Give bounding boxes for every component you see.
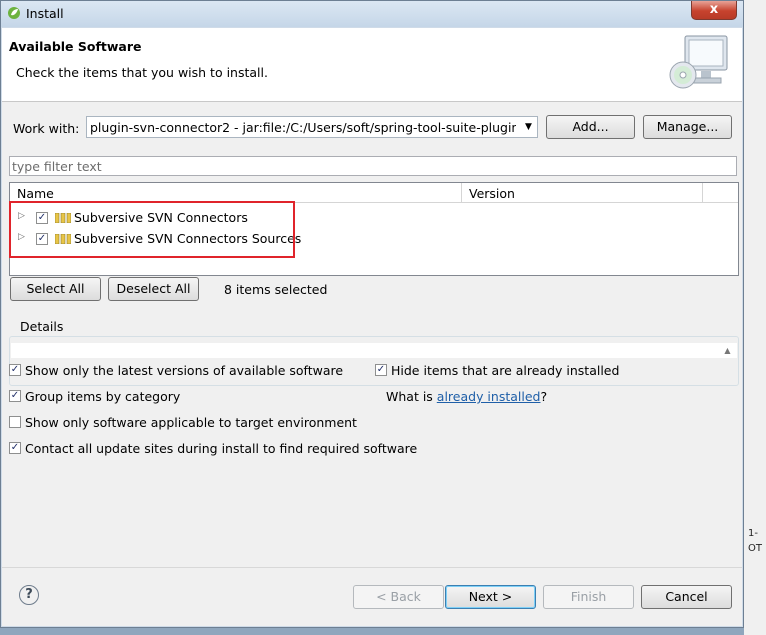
close-button[interactable]: x xyxy=(691,1,737,20)
details-legend: Details xyxy=(18,319,66,334)
back-button[interactable]: < Back xyxy=(353,585,444,609)
dialog-body: Available Software Check the items that … xyxy=(2,28,742,626)
work-with-value: plugin-svn-connector2 - jar:file:/C:/Use… xyxy=(90,120,516,135)
install-monitor-icon xyxy=(669,35,728,89)
column-header-version[interactable]: Version xyxy=(462,183,703,202)
contact-sites-label: Contact all update sites during install … xyxy=(25,441,418,456)
filter-input[interactable] xyxy=(12,158,732,174)
add-site-button[interactable]: Add... xyxy=(546,115,635,139)
background-text-fragment: OT xyxy=(748,543,762,554)
select-all-button[interactable]: Select All xyxy=(10,277,101,301)
page-title: Available Software xyxy=(9,39,142,54)
background-window-edge: 1- OT xyxy=(744,0,766,635)
filter-field[interactable] xyxy=(9,156,737,176)
group-by-category-checkbox[interactable]: ✓ xyxy=(9,390,21,402)
details-text-area[interactable] xyxy=(11,343,737,358)
cancel-button[interactable]: Cancel xyxy=(641,585,732,609)
title-bar[interactable]: Install x xyxy=(1,1,743,27)
spring-leaf-icon xyxy=(8,7,20,19)
page-description: Check the items that you wish to install… xyxy=(16,65,268,80)
contact-sites-checkbox[interactable]: ✓ xyxy=(9,442,21,454)
deselect-all-button[interactable]: Deselect All xyxy=(108,277,199,301)
column-header-name[interactable]: Name xyxy=(10,183,462,202)
scroll-arrow-icon[interactable]: ▲ xyxy=(718,343,737,358)
tree-header: Name Version xyxy=(10,183,738,203)
annotation-highlight-box xyxy=(9,201,295,258)
latest-versions-label: Show only the latest versions of availab… xyxy=(25,363,344,378)
work-with-label: Work with: xyxy=(13,121,80,136)
wizard-banner: Available Software Check the items that … xyxy=(2,28,742,102)
target-environment-label: Show only software applicable to target … xyxy=(25,415,357,430)
work-with-combo[interactable]: plugin-svn-connector2 - jar:file:/C:/Use… xyxy=(86,116,538,138)
chevron-down-icon[interactable]: ▼ xyxy=(520,117,537,137)
install-dialog: Install x Available Software Check the i… xyxy=(0,0,744,628)
hide-installed-label: Hide items that are already installed xyxy=(391,363,620,378)
selection-status: 8 items selected xyxy=(224,282,328,297)
latest-versions-checkbox[interactable]: ✓ xyxy=(9,364,21,376)
window-title: Install xyxy=(26,6,64,21)
what-is-installed-text: What is already installed? xyxy=(386,389,548,404)
group-by-category-label: Group items by category xyxy=(25,389,181,404)
target-environment-checkbox[interactable] xyxy=(9,416,21,428)
hide-installed-checkbox[interactable]: ✓ xyxy=(375,364,387,376)
help-icon[interactable]: ? xyxy=(19,585,39,605)
close-icon: x xyxy=(709,2,719,17)
footer-divider xyxy=(2,567,742,568)
next-button[interactable]: Next > xyxy=(445,585,536,609)
background-text-fragment: 1- xyxy=(748,528,758,539)
finish-button[interactable]: Finish xyxy=(543,585,634,609)
already-installed-link[interactable]: already installed xyxy=(437,389,541,404)
manage-sites-button[interactable]: Manage... xyxy=(643,115,732,139)
